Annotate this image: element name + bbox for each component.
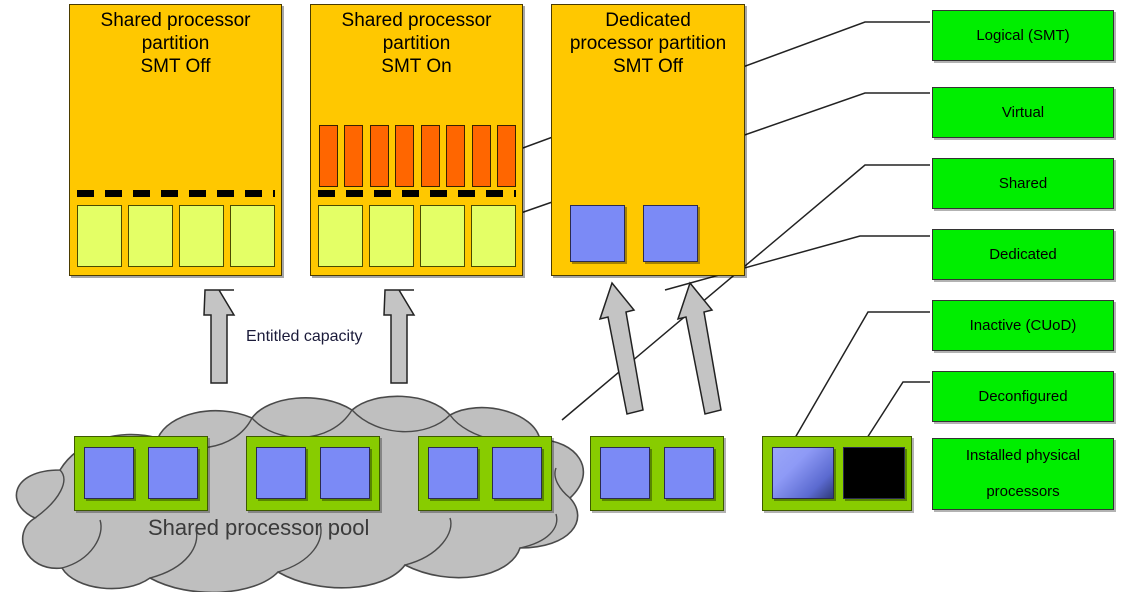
legend-label: Shared [998,174,1048,192]
virtual-processor[interactable] [128,205,173,267]
leader-inactive-cuod [787,311,930,451]
partition-shared-smt-on[interactable]: Shared processor partition SMT On [310,4,523,276]
legend-label: Inactive (CUoD) [969,316,1077,334]
virtual-processor[interactable] [471,205,516,267]
virtual-processor[interactable] [179,205,224,267]
pool-group-4[interactable] [590,436,724,511]
virtual-processor[interactable] [77,205,122,267]
logical-thread[interactable] [472,125,491,187]
virtual-processor[interactable] [230,205,275,267]
entitled-capacity-arrows [203,281,722,415]
pool-group-2[interactable] [246,436,380,511]
logical-thread[interactable] [370,125,389,187]
shared-processor-chip[interactable] [600,447,650,499]
partition-title: Shared processor partition SMT On [341,10,492,77]
logical-thread[interactable] [421,125,440,187]
shared-processor-chip[interactable] [256,447,306,499]
shared-processor-chip[interactable] [428,447,478,499]
partition-shared-smt-off[interactable]: Shared processor partition SMT Off [69,4,282,276]
pool-group-1[interactable] [74,436,208,511]
shared-processor-chip[interactable] [492,447,542,499]
legend-label: Logical (SMT) [976,26,1070,44]
deconfigured-processor-chip[interactable] [843,447,905,499]
legend-label-line-2: processors [986,483,1060,500]
logical-thread[interactable] [319,125,338,187]
entitlement-dash-line [77,190,275,197]
partition-title: Shared processor partition SMT Off [100,10,251,77]
legend-label: Deconfigured [978,387,1068,405]
dedicated-processor[interactable] [643,205,698,262]
legend-item-virtual[interactable]: Virtual [932,87,1114,138]
entitlement-dash-line [318,190,516,197]
legend-item-logical-smt[interactable]: Logical (SMT) [932,10,1114,61]
logical-thread[interactable] [395,125,414,187]
dedicated-processor[interactable] [570,205,625,262]
legend-item-installed-physical[interactable]: Installed physical processors [932,438,1114,510]
arrow-up-2 [383,289,416,384]
arrow-up-1 [203,289,236,384]
arrow-up-3 [598,281,644,415]
arrow-up-4 [676,281,722,415]
shared-processor-chip[interactable] [148,447,198,499]
legend-label: Dedicated [989,245,1057,263]
legend-item-shared[interactable]: Shared [932,158,1114,209]
logical-thread[interactable] [344,125,363,187]
shared-processor-chip[interactable] [320,447,370,499]
legend-label-line-1: Installed physical [965,447,1081,464]
partition-dedicated-smt-off[interactable]: Dedicated processor partition SMT Off [551,4,745,276]
legend-label: Installed physical processors [958,447,1088,501]
virtual-processor[interactable] [369,205,414,267]
legend-item-dedicated[interactable]: Dedicated [932,229,1114,280]
legend-item-inactive-cuod[interactable]: Inactive (CUoD) [932,300,1114,351]
pool-group-5[interactable] [762,436,912,511]
virtual-processor[interactable] [420,205,465,267]
shared-processor-pool-label: Shared processor pool [148,515,370,540]
logical-thread[interactable] [446,125,465,187]
logical-thread[interactable] [497,125,516,187]
inactive-cuod-processor-chip[interactable] [772,447,834,499]
legend-label: Virtual [1001,103,1045,121]
shared-processor-chip[interactable] [84,447,134,499]
pool-group-3[interactable] [418,436,552,511]
virtual-processor[interactable] [318,205,363,267]
shared-processor-chip[interactable] [664,447,714,499]
diagram-canvas: Shared processor partition SMT Off Share… [0,0,1122,592]
legend-item-deconfigured[interactable]: Deconfigured [932,371,1114,422]
partition-title: Dedicated processor partition SMT Off [569,10,727,77]
entitled-capacity-label: Entitled capacity [246,328,363,345]
